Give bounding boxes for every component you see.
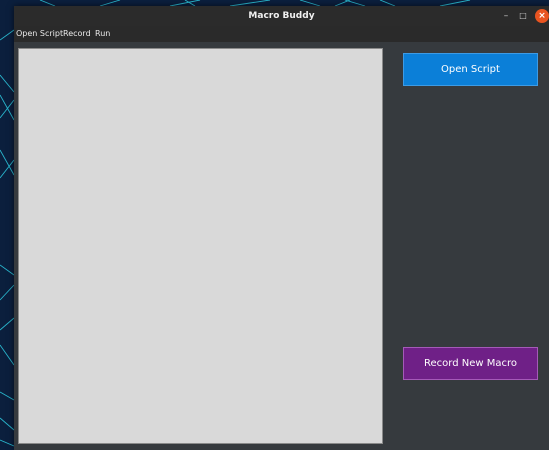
record-new-macro-button[interactable]: Record New Macro: [403, 347, 538, 380]
title-bar[interactable]: Macro Buddy – □ ×: [14, 6, 549, 26]
script-editor[interactable]: [18, 48, 383, 444]
close-icon[interactable]: ×: [535, 9, 549, 23]
menu-item-run[interactable]: Run: [95, 26, 110, 42]
minimize-icon[interactable]: –: [499, 9, 513, 23]
menu-item-open-script[interactable]: Open Script: [16, 26, 63, 42]
open-script-button[interactable]: Open Script: [403, 53, 538, 86]
window-title: Macro Buddy: [248, 11, 315, 21]
menu-item-record[interactable]: Record: [63, 26, 91, 42]
menu-bar: Open Script Record Run: [14, 26, 549, 42]
maximize-icon[interactable]: □: [516, 9, 530, 23]
app-window: Macro Buddy – □ × Open Script Record Run…: [14, 6, 549, 450]
